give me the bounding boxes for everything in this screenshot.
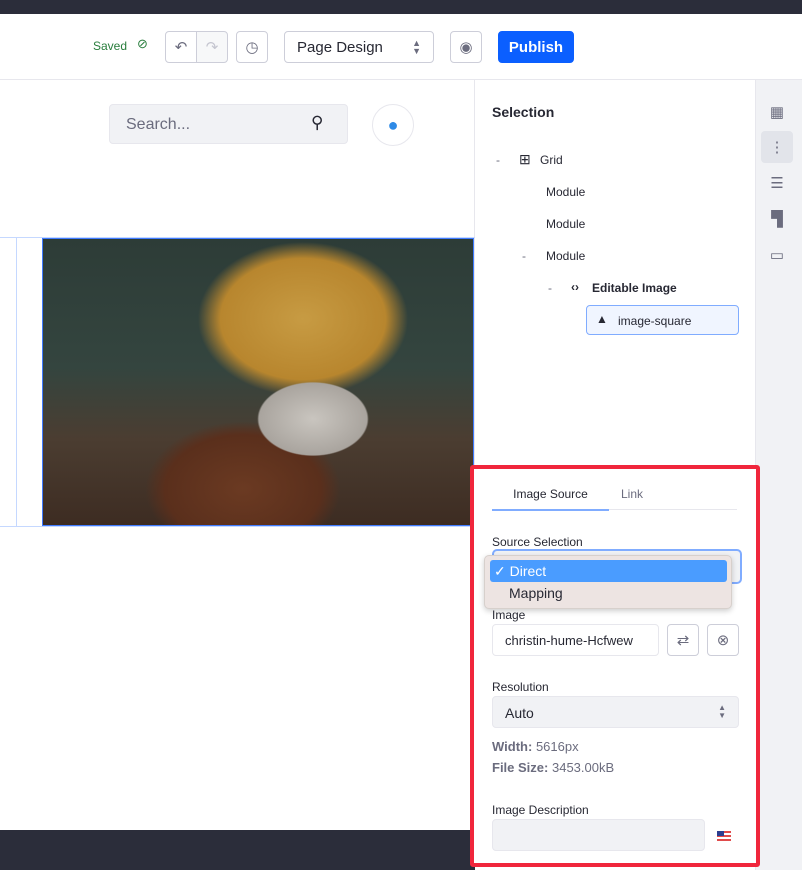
fragments-icon[interactable]: ▦ — [761, 96, 793, 128]
code-icon: ‹› — [571, 280, 579, 294]
eye-icon: ◉ — [459, 39, 473, 56]
image-label: Image — [492, 608, 526, 622]
redo-icon: ↷ — [205, 39, 219, 56]
editable-image[interactable] — [42, 238, 474, 526]
comments-icon[interactable]: ▭ — [761, 239, 793, 271]
clear-image-button[interactable]: ⊗ — [707, 624, 739, 656]
resolution-value: Auto — [505, 705, 534, 721]
file-size-info: File Size: 3453.00kB — [492, 760, 614, 775]
search-icon[interactable]: ⚲ — [311, 113, 323, 133]
saved-status: Saved — [93, 39, 128, 53]
tree-item-module[interactable]: Module — [546, 249, 585, 263]
check-circle-icon: ⊘ — [137, 36, 148, 51]
option-direct[interactable]: ✓ Direct — [490, 560, 727, 582]
caret-double-icon: ▲ ▼ — [412, 38, 421, 56]
preview-button[interactable]: ◉ — [450, 31, 482, 63]
collapse-toggle[interactable]: - — [496, 153, 500, 167]
module-outline — [16, 237, 17, 527]
undo-icon: ↶ — [174, 39, 188, 56]
footer-bar — [0, 830, 475, 870]
top-bar — [0, 0, 802, 14]
list-icon[interactable]: ☰ — [761, 167, 793, 199]
clock-icon: ◷ — [245, 39, 259, 56]
resolution-label: Resolution — [492, 680, 549, 694]
source-selection-label: Source Selection — [492, 535, 583, 549]
user-icon: ● — [387, 114, 399, 135]
mode-select-value: Page Design — [297, 38, 383, 56]
tree-item-label: image-square — [618, 314, 692, 328]
toolbar: Saved ⊘ ↶ ↷ ◷ Page Design ▲ ▼ ◉ Publish — [0, 14, 802, 80]
caret-double-icon: ▲ ▼ — [718, 703, 726, 720]
width-label: Width: — [492, 739, 533, 754]
structure-tree-icon[interactable]: ⋮ — [761, 131, 793, 163]
tree-item-grid[interactable]: Grid — [540, 153, 563, 167]
grid-icon: ⊞ — [519, 151, 531, 167]
sidebar-rail: ▦ ⋮ ☰ ▜ ▭ — [755, 80, 802, 870]
tab-link[interactable]: Link — [621, 487, 643, 501]
file-size-label: File Size: — [492, 760, 549, 775]
tree-item-image-square[interactable]: ▲ image-square — [586, 305, 739, 335]
publish-button[interactable]: Publish — [498, 31, 574, 63]
tree-item-module[interactable]: Module — [546, 185, 585, 199]
resolution-select[interactable]: Auto ▲ ▼ — [492, 696, 739, 728]
image-description-label: Image Description — [492, 803, 589, 817]
us-flag-icon[interactable] — [717, 831, 731, 841]
width-info: Width: 5616px — [492, 739, 579, 754]
image-input[interactable]: christin-hume-Hcfwew — [492, 624, 659, 656]
image-config-panel: Image Source Link Source Selection ✓ Dir… — [470, 465, 760, 867]
option-mapping[interactable]: Mapping — [509, 585, 563, 601]
redo-button[interactable]: ↷ — [196, 31, 228, 63]
collapse-toggle[interactable]: - — [522, 249, 526, 263]
file-size-value: 3453.00kB — [551, 760, 615, 775]
collapse-toggle[interactable]: - — [548, 281, 552, 295]
image-description-input[interactable] — [492, 819, 705, 851]
history-button[interactable]: ◷ — [236, 31, 268, 63]
change-image-button[interactable]: ⇄ — [667, 624, 699, 656]
width-value: 5616px — [535, 739, 579, 754]
tree-item-module[interactable]: Module — [546, 217, 585, 231]
option-label: Direct — [509, 563, 547, 579]
source-dropdown-menu: ✓ Direct Mapping — [484, 555, 732, 609]
user-avatar[interactable]: ● — [372, 104, 414, 146]
panel-title: Selection — [492, 104, 555, 120]
swap-icon: ⇄ — [676, 632, 690, 649]
check-icon: ✓ — [494, 563, 506, 579]
paint-roller-icon[interactable]: ▜ — [761, 203, 793, 235]
tree-item-editable-image[interactable]: Editable Image — [592, 281, 677, 295]
times-circle-icon: ⊗ — [716, 632, 730, 649]
tab-image-source[interactable]: Image Source — [492, 487, 609, 511]
undo-button[interactable]: ↶ — [165, 31, 197, 63]
mode-select[interactable]: Page Design ▲ ▼ — [284, 31, 434, 63]
image-icon: ▲ — [596, 312, 608, 326]
